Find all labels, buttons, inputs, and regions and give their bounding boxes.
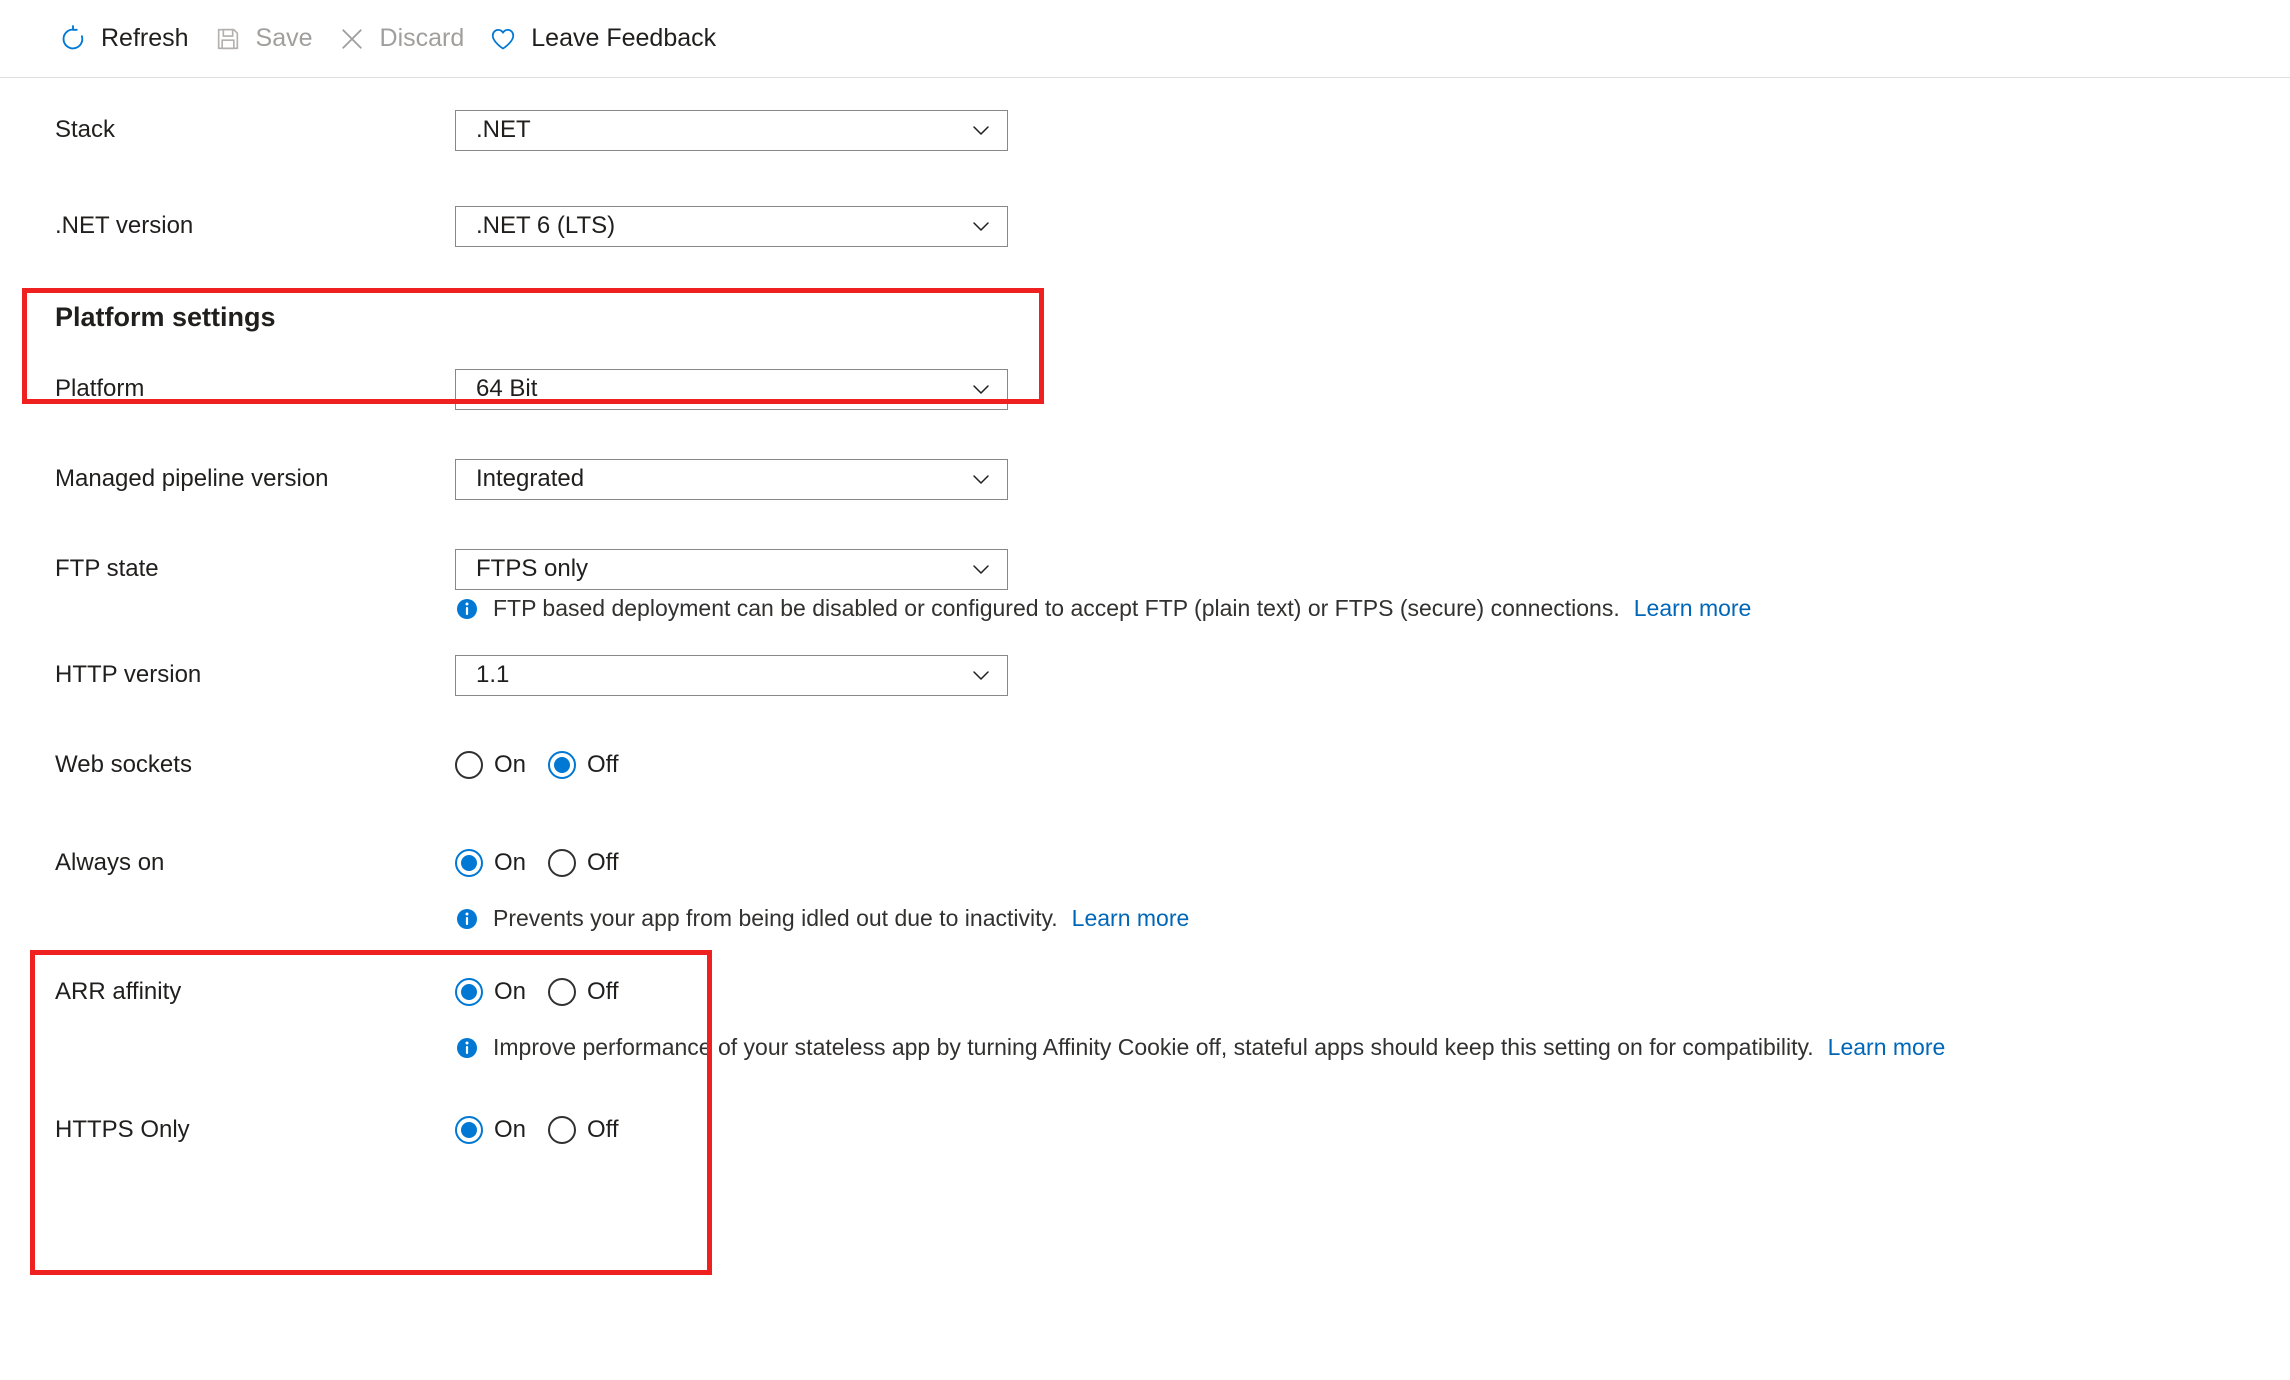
always-on-radio-group: On Off	[455, 849, 619, 878]
discard-button[interactable]: Discard	[331, 18, 483, 60]
configuration-form: Stack .NET .NET version .NET 6 (LTS) Pla…	[0, 78, 2290, 1275]
always-on-label: Always on	[55, 849, 165, 877]
radio-circle	[548, 977, 577, 1006]
web-sockets-radio-off[interactable]: Off	[548, 751, 619, 780]
ftp-state-dropdown[interactable]: FTPS only	[455, 548, 1008, 590]
arr-affinity-info: Improve performance of your stateless ap…	[0, 1034, 2290, 1060]
ftp-state-label: FTP state	[55, 555, 159, 582]
chevron-down-icon	[969, 214, 993, 238]
web-sockets-label: Web sockets	[55, 751, 192, 779]
stack-dropdown[interactable]: .NET	[455, 109, 1008, 151]
stack-label: Stack	[55, 116, 116, 143]
http-version-label: HTTP version	[55, 661, 202, 689]
http-version-dropdown-value: 1.1	[476, 661, 510, 689]
dotnet-version-label: .NET version	[55, 212, 194, 239]
radio-circle	[455, 1116, 483, 1145]
always-on-info: Prevents your app from being idled out d…	[0, 905, 2290, 931]
dotnet-version-dropdown[interactable]: .NET 6 (LTS)	[455, 205, 1008, 247]
command-bar: Refresh Save Discard Leave Feedback	[0, 0, 2290, 78]
web-sockets-off-label: Off	[587, 751, 619, 779]
managed-pipeline-version-dropdown[interactable]: Integrated	[455, 458, 1008, 500]
radio-circle	[548, 751, 577, 780]
arr-affinity-off-label: Off	[587, 977, 619, 1005]
arr-affinity-info-text: Improve performance of your stateless ap…	[493, 1033, 1814, 1060]
always-on-info-text: Prevents your app from being idled out d…	[493, 905, 1058, 932]
row-http-version: HTTP version 1.1	[0, 643, 2290, 707]
save-button[interactable]: Save	[207, 18, 331, 60]
arr-affinity-on-label: On	[494, 977, 527, 1005]
https-only-on-label: On	[494, 1116, 527, 1144]
https-only-radio-on[interactable]: On	[455, 1116, 527, 1145]
arr-affinity-radio-group: On Off	[455, 977, 619, 1006]
managed-pipeline-version-label: Managed pipeline version	[55, 465, 329, 492]
heart-icon	[488, 24, 518, 54]
radio-circle	[455, 849, 483, 878]
radio-circle	[548, 1116, 577, 1145]
refresh-icon	[58, 24, 88, 54]
dotnet-version-dropdown-value: .NET 6 (LTS)	[476, 212, 616, 239]
radio-circle	[455, 751, 483, 780]
save-icon	[213, 24, 243, 54]
refresh-button-label: Refresh	[101, 24, 189, 52]
web-sockets-radio-on[interactable]: On	[455, 751, 527, 780]
ftp-state-dropdown-value: FTPS only	[476, 555, 589, 582]
refresh-button[interactable]: Refresh	[52, 18, 207, 60]
https-only-label: HTTPS Only	[55, 1116, 190, 1144]
radio-circle	[548, 849, 577, 878]
chevron-down-icon	[969, 467, 993, 491]
managed-pipeline-version-dropdown-value: Integrated	[476, 465, 585, 492]
row-web-sockets: Web sockets On Off	[0, 733, 2290, 797]
info-icon	[455, 1036, 479, 1060]
row-stack: Stack .NET	[0, 98, 2290, 162]
stack-dropdown-value: .NET	[476, 116, 531, 143]
always-on-learn-more-link[interactable]: Learn more	[1072, 905, 1190, 931]
chevron-down-icon	[969, 118, 993, 142]
row-ftp-state: FTP state FTPS only	[0, 537, 2290, 601]
always-on-radio-off[interactable]: Off	[548, 849, 619, 878]
arr-affinity-radio-off[interactable]: Off	[548, 977, 619, 1006]
info-icon	[455, 907, 479, 931]
https-only-radio-off[interactable]: Off	[548, 1116, 619, 1145]
row-dotnet-version: .NET version .NET 6 (LTS)	[0, 194, 2290, 258]
web-sockets-on-label: On	[494, 751, 527, 779]
row-always-on: Always on On Off	[0, 831, 2290, 895]
platform-label: Platform	[55, 375, 145, 402]
row-managed-pipeline-version: Managed pipeline version Integrated	[0, 447, 2290, 511]
chevron-down-icon	[969, 377, 993, 401]
web-sockets-radio-group: On Off	[455, 751, 619, 780]
platform-settings-heading: Platform settings	[55, 302, 276, 332]
radio-circle	[455, 977, 483, 1006]
chevron-down-icon	[969, 557, 993, 581]
row-arr-affinity: ARR affinity On Off	[0, 960, 2290, 1024]
always-on-radio-on[interactable]: On	[455, 849, 527, 878]
row-platform: Platform 64 Bit	[0, 357, 2290, 421]
platform-dropdown-value: 64 Bit	[476, 375, 538, 402]
discard-button-label: Discard	[379, 24, 465, 52]
row-https-only: HTTPS Only On Off	[0, 1098, 2290, 1162]
always-on-off-label: Off	[587, 849, 619, 877]
platform-dropdown[interactable]: 64 Bit	[455, 368, 1008, 410]
arr-affinity-learn-more-link[interactable]: Learn more	[1828, 1034, 1946, 1060]
discard-icon	[337, 24, 367, 54]
https-only-off-label: Off	[587, 1116, 619, 1144]
http-version-dropdown[interactable]: 1.1	[455, 654, 1008, 696]
arr-affinity-radio-on[interactable]: On	[455, 977, 527, 1006]
save-button-label: Save	[255, 24, 313, 52]
arr-affinity-label: ARR affinity	[55, 977, 182, 1005]
https-only-radio-group: On Off	[455, 1116, 619, 1145]
leave-feedback-button-label: Leave Feedback	[531, 24, 717, 52]
leave-feedback-button[interactable]: Leave Feedback	[482, 18, 734, 60]
chevron-down-icon	[969, 663, 993, 687]
always-on-on-label: On	[494, 849, 527, 877]
